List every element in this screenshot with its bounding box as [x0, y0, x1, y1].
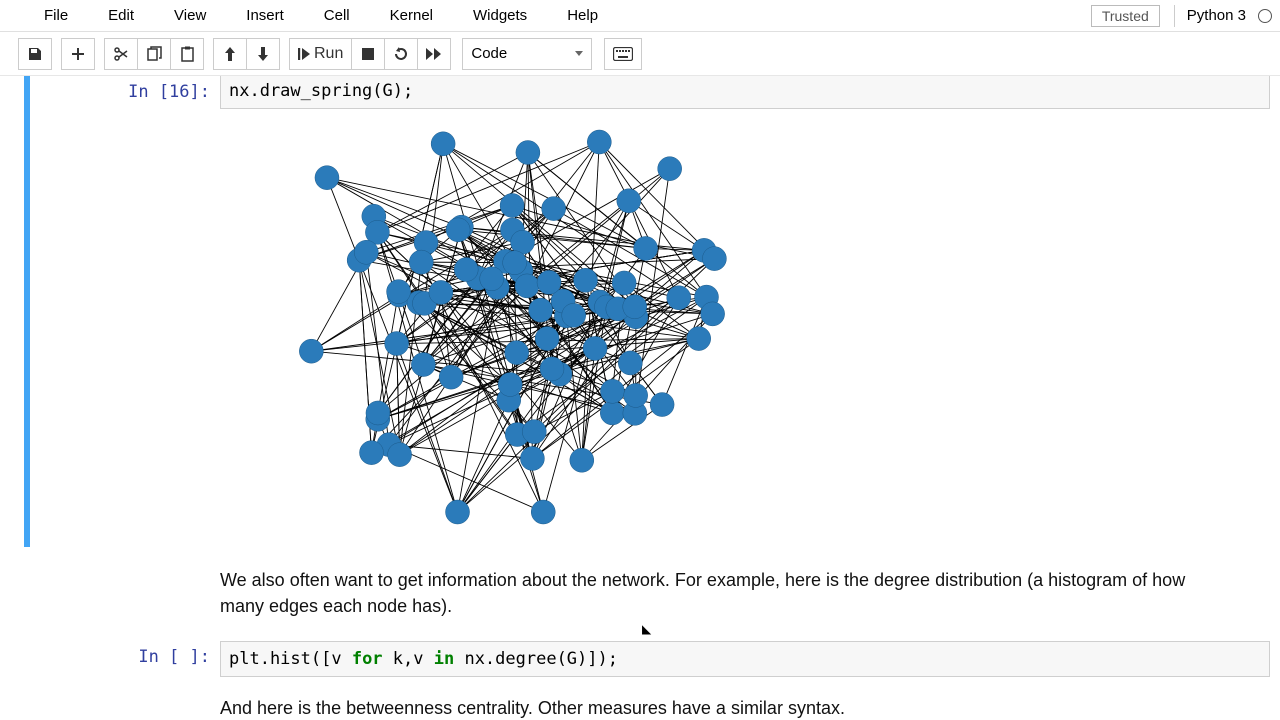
separator [1174, 5, 1175, 27]
menu-file[interactable]: File [24, 3, 88, 28]
move-up-button[interactable] [213, 38, 247, 70]
cell-prompt [30, 549, 220, 637]
code-cell[interactable]: In [16]: nx.draw_spring(G); [24, 76, 1280, 547]
copy-icon [147, 46, 162, 62]
menu-widgets[interactable]: Widgets [453, 3, 547, 28]
arrow-up-icon [224, 47, 236, 61]
notebook-area[interactable]: In [16]: nx.draw_spring(G); We also ofte… [0, 76, 1280, 720]
menubar: File Edit View Insert Cell Kernel Widget… [0, 0, 1280, 32]
menu-kernel[interactable]: Kernel [370, 3, 453, 28]
fast-forward-icon [426, 47, 442, 61]
menu-view[interactable]: View [154, 3, 226, 28]
trusted-badge[interactable]: Trusted [1091, 5, 1160, 27]
markdown-text: We also often want to get information ab… [220, 549, 1270, 637]
command-palette-button[interactable] [604, 38, 642, 70]
stop-icon [362, 48, 374, 60]
cut-button[interactable] [104, 38, 138, 70]
cell-output [220, 109, 1270, 545]
menu-cell[interactable]: Cell [304, 3, 370, 28]
cell-prompt: In [ ]: [30, 641, 220, 677]
kernel-indicator-icon [1258, 9, 1272, 23]
celltype-value: Code [471, 45, 507, 62]
code-input[interactable]: nx.draw_spring(G); [220, 76, 1270, 109]
paste-icon [180, 46, 195, 62]
toolbar: Run Code [0, 32, 1280, 76]
run-button[interactable]: Run [289, 38, 352, 70]
run-label: Run [314, 45, 343, 63]
keyboard-icon [613, 47, 633, 61]
copy-button[interactable] [137, 38, 171, 70]
paste-button[interactable] [170, 38, 204, 70]
code-input[interactable]: plt.hist([v for k,v in nx.degree(G)]); [220, 641, 1270, 677]
menu-insert[interactable]: Insert [226, 3, 304, 28]
celltype-select[interactable]: Code [462, 38, 592, 70]
network-graph-output [220, 117, 800, 537]
markdown-cell[interactable]: We also often want to get information ab… [24, 547, 1280, 639]
menu-edit[interactable]: Edit [88, 3, 154, 28]
plus-icon [71, 47, 85, 61]
save-button[interactable] [18, 38, 52, 70]
interrupt-button[interactable] [351, 38, 385, 70]
restart-run-all-button[interactable] [417, 38, 451, 70]
move-down-button[interactable] [246, 38, 280, 70]
run-icon [298, 47, 310, 61]
markdown-text: And here is the betweenness centrality. … [220, 681, 1270, 720]
code-cell[interactable]: In [ ]: plt.hist([v for k,v in nx.degree… [24, 639, 1280, 679]
cell-prompt: In [16]: [30, 76, 220, 545]
add-cell-button[interactable] [61, 38, 95, 70]
restart-button[interactable] [384, 38, 418, 70]
save-icon [27, 46, 43, 62]
arrow-down-icon [257, 47, 269, 61]
cell-prompt [30, 681, 220, 720]
restart-icon [393, 46, 409, 62]
kernel-name[interactable]: Python 3 [1181, 5, 1252, 26]
cursor-icon: ◣ [642, 622, 651, 636]
chevron-down-icon [575, 51, 583, 56]
markdown-cell[interactable]: And here is the betweenness centrality. … [24, 679, 1280, 720]
scissors-icon [113, 46, 129, 62]
menu-help[interactable]: Help [547, 3, 618, 28]
